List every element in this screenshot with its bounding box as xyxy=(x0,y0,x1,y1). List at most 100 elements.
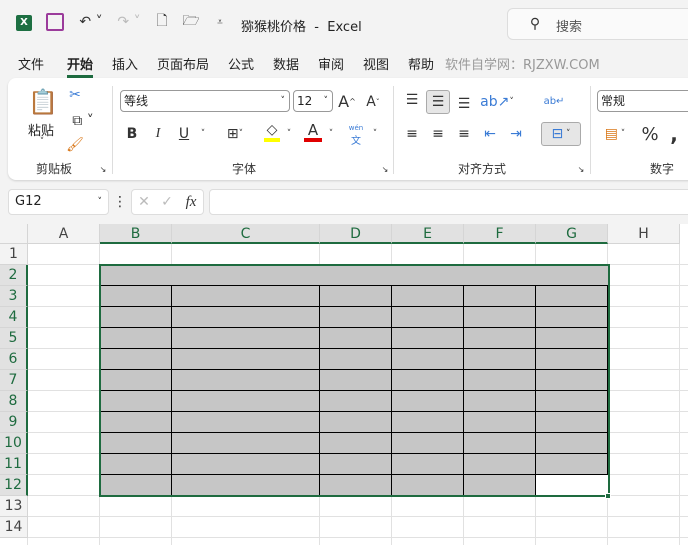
copy-icon[interactable]: ⧉ ˅ xyxy=(66,112,100,130)
accounting-format-icon[interactable]: ▤ ˅ xyxy=(598,124,632,144)
name-box[interactable]: G12 ˅ xyxy=(8,189,109,215)
row-header-12[interactable]: 12 xyxy=(0,475,28,496)
paste-icon[interactable]: 📋 xyxy=(28,86,58,118)
font-size-value: 12 xyxy=(297,94,313,108)
tab-help[interactable]: 帮助 xyxy=(408,54,434,73)
number-format-value: 常规 xyxy=(601,94,626,108)
row-header-2[interactable]: 2 xyxy=(0,265,28,286)
row-header-5[interactable]: 5 xyxy=(0,328,28,349)
column-header-C[interactable]: C xyxy=(172,224,320,244)
dialog-launcher-icon[interactable]: ↘ xyxy=(576,164,586,174)
wrap-text-icon[interactable]: ab↵ xyxy=(544,90,565,112)
name-box-value: G12 xyxy=(15,194,42,209)
column-header-G[interactable]: G xyxy=(536,224,608,244)
worksheet-grid[interactable]: A B C D E F G H 1 2 3 4 5 6 7 8 9 10 11 12 13 14 xyxy=(0,224,688,545)
tab-review[interactable]: 审阅 xyxy=(318,54,344,73)
align-left-icon[interactable]: ≡ xyxy=(402,124,422,144)
percent-icon[interactable]: % xyxy=(640,122,660,146)
font-group-label: 字体 xyxy=(232,162,257,176)
row-header-14[interactable]: 14 xyxy=(0,517,28,538)
row-header-3[interactable]: 3 xyxy=(0,286,28,307)
row-header-1[interactable]: 1 xyxy=(0,244,28,265)
decrease-indent-icon[interactable]: ⇤ xyxy=(480,124,500,144)
gridline-v xyxy=(679,244,680,545)
customize-qat-icon[interactable]: ⩡ xyxy=(212,12,228,32)
tab-view[interactable]: 视图 xyxy=(363,54,389,73)
row-header-4[interactable]: 4 xyxy=(0,307,28,328)
tab-formulas[interactable]: 公式 xyxy=(228,54,254,73)
underline-dropdown-icon[interactable]: ˅ xyxy=(198,126,208,142)
row-header-9[interactable]: 9 xyxy=(0,412,28,433)
align-top-icon[interactable]: ☰ xyxy=(402,90,422,110)
fill-handle[interactable] xyxy=(605,493,611,499)
formula-input[interactable] xyxy=(209,189,688,215)
italic-button[interactable]: I xyxy=(150,124,166,144)
tab-home[interactable]: 开始 xyxy=(67,54,94,78)
row-header-11[interactable]: 11 xyxy=(0,454,28,475)
orientation-icon[interactable]: ab↗ ˅ xyxy=(480,92,514,112)
column-header-D[interactable]: D xyxy=(320,224,392,244)
column-header-F[interactable]: F xyxy=(464,224,536,244)
column-header-A[interactable]: A xyxy=(28,224,100,244)
watermark: 软件自学网：RJZXW.COM xyxy=(445,58,600,73)
tab-insert[interactable]: 插入 xyxy=(112,54,138,73)
title-sep: - xyxy=(314,20,319,35)
select-all-corner[interactable] xyxy=(0,224,28,244)
undo-icon[interactable]: ↶ ˅ xyxy=(76,12,106,32)
row-header-10[interactable]: 10 xyxy=(0,433,28,454)
tab-data[interactable]: 数据 xyxy=(273,54,299,73)
cancel-icon[interactable]: ✕ xyxy=(135,192,153,212)
align-bottom-icon[interactable]: ☰ xyxy=(454,94,474,114)
row-header-6[interactable]: 6 xyxy=(0,349,28,370)
dialog-launcher-icon[interactable]: ↘ xyxy=(380,164,390,174)
borders-icon[interactable]: ⊞ ˅ xyxy=(218,124,252,144)
enter-icon[interactable]: ✓ xyxy=(158,192,176,212)
paste-dropdown-icon[interactable]: ˅ xyxy=(36,136,48,148)
font-color-icon[interactable]: A xyxy=(304,121,322,142)
bold-button[interactable]: B xyxy=(124,124,140,144)
save-icon[interactable] xyxy=(46,13,64,31)
shrink-font-icon[interactable]: Aˇ xyxy=(364,92,382,112)
increase-indent-icon[interactable]: ⇥ xyxy=(506,124,526,144)
number-format-select[interactable]: 常规 xyxy=(597,90,688,112)
column-header-E[interactable]: E xyxy=(392,224,464,244)
tab-page-layout[interactable]: 页面布局 xyxy=(157,54,209,73)
redo-icon[interactable]: ↷ ˅ xyxy=(114,12,144,32)
comma-icon[interactable]: , xyxy=(666,122,682,146)
search-icon: ⚲ xyxy=(529,16,541,32)
search-box[interactable]: ⚲ 搜索 xyxy=(507,8,688,40)
more-icon[interactable]: ⋮ xyxy=(113,192,127,212)
phonetic-icon[interactable]: wén 文 xyxy=(346,123,366,147)
underline-button[interactable]: U xyxy=(176,124,192,144)
row-header-13[interactable]: 13 xyxy=(0,496,28,517)
row-header-7[interactable]: 7 xyxy=(0,370,28,391)
doc-title: 猕猴桃价格 xyxy=(241,20,307,35)
open-folder-icon[interactable]: 🗁 xyxy=(180,12,202,32)
new-file-icon[interactable]: 🗋 xyxy=(152,12,172,32)
dialog-launcher-icon[interactable]: ↘ xyxy=(98,164,108,174)
phonetic-dropdown-icon[interactable]: ˅ xyxy=(370,126,380,142)
number-group-label: 数字 xyxy=(650,162,675,176)
grow-font-icon[interactable]: A ^ xyxy=(338,90,356,112)
phonetic-label: wén xyxy=(348,123,364,132)
tab-file[interactable]: 文件 xyxy=(18,54,44,73)
font-size-select[interactable]: 12 ˅ xyxy=(293,90,333,112)
align-right-icon[interactable]: ≡ xyxy=(454,124,474,144)
excel-logo-icon: X xyxy=(16,15,32,31)
insert-function-icon[interactable]: fx xyxy=(181,192,201,212)
cut-icon[interactable]: ✂ xyxy=(66,86,84,104)
fill-dropdown-icon[interactable]: ˅ xyxy=(284,126,294,142)
grow-font-label: A xyxy=(338,91,350,111)
align-middle-icon[interactable]: ☰ xyxy=(426,90,450,114)
column-header-B[interactable]: B xyxy=(100,224,172,244)
fill-color-icon[interactable]: ◇ xyxy=(264,122,280,142)
app-name: Excel xyxy=(327,20,362,35)
merge-center-button[interactable]: ⊟ ˅ xyxy=(541,122,581,146)
row-header-8[interactable]: 8 xyxy=(0,391,28,412)
font-color-dropdown-icon[interactable]: ˅ xyxy=(326,126,336,142)
window-title: 猕猴桃价格 - Excel xyxy=(241,16,362,35)
format-painter-icon[interactable]: 🖌 xyxy=(66,136,84,154)
font-name-select[interactable]: 等线 ˅ xyxy=(120,90,290,112)
align-center-icon[interactable]: ≡ xyxy=(428,124,448,144)
column-header-H[interactable]: H xyxy=(608,224,680,244)
